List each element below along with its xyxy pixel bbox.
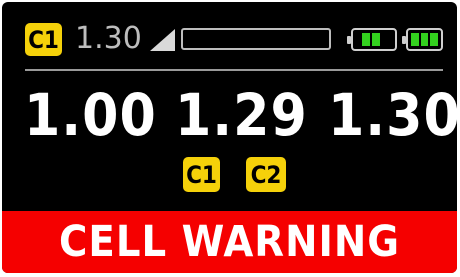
battery-icon <box>402 28 443 51</box>
battery-segment <box>430 33 439 46</box>
level-bar <box>181 28 331 50</box>
signal-strength-icon <box>148 28 176 52</box>
active-cell-badge: C1 <box>25 23 62 56</box>
warning-text: CELL WARNING <box>59 217 400 267</box>
battery-segment <box>382 33 390 46</box>
display-screen: C1 1.30 1.00 1.29 1.30 C1 C2 CELL WARNIN… <box>2 2 457 273</box>
cell-badge-c2: C2 <box>246 157 286 192</box>
battery-segment <box>372 33 380 46</box>
battery-segment <box>362 33 370 46</box>
cell-value-2: 1.29 <box>175 81 308 149</box>
battery-segment <box>420 33 429 46</box>
cell-badge-c1: C1 <box>183 157 220 192</box>
battery-segment <box>411 33 419 46</box>
divider <box>25 69 443 71</box>
warning-banner: CELL WARNING <box>2 211 457 273</box>
cell-value-3: 1.30 <box>328 81 457 149</box>
status-value: 1.30 <box>75 21 142 56</box>
cell-values: 1.00 1.29 1.30 <box>12 80 457 150</box>
battery-icon <box>347 28 397 51</box>
cell-value-1: 1.00 <box>24 81 157 149</box>
